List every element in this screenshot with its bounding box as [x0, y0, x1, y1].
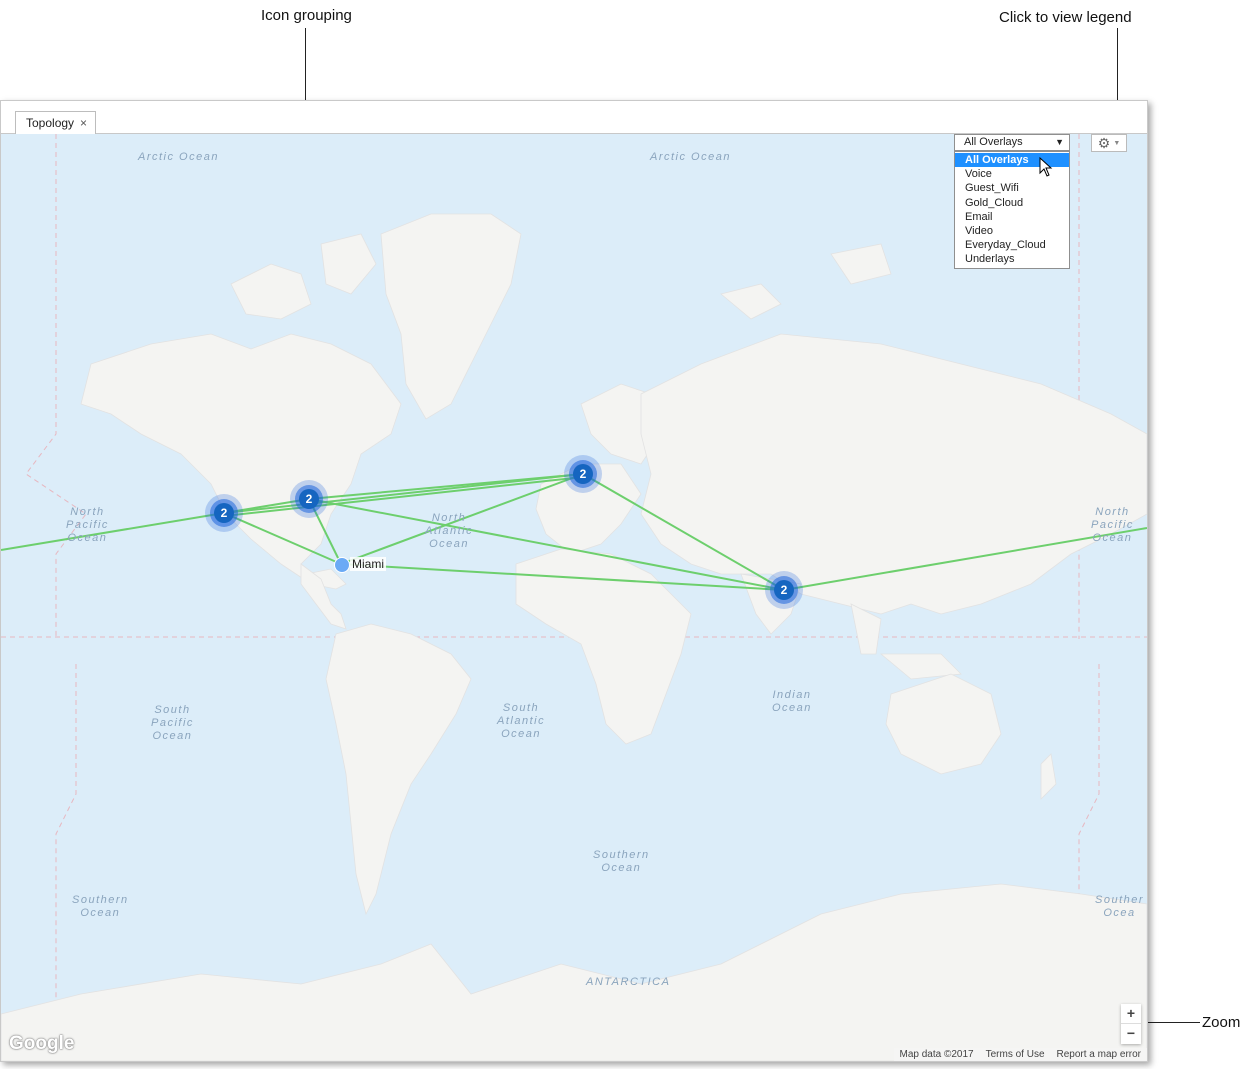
overlay-option-gold-cloud[interactable]: Gold_Cloud: [955, 196, 1069, 210]
cluster-count: 2: [214, 503, 234, 523]
label-southern-ocean-center: Southern Ocean: [593, 849, 650, 874]
cluster-count: 2: [299, 489, 319, 509]
close-icon[interactable]: ×: [80, 112, 87, 135]
cluster-count: 2: [573, 464, 593, 484]
callout-legend: Click to view legend: [999, 9, 1132, 26]
site-marker-miami[interactable]: [334, 557, 350, 573]
tab-topology-label: Topology: [26, 115, 75, 130]
world-map[interactable]: Arctic Ocean Arctic Ocean North Pacific …: [1, 134, 1147, 1061]
label-north-pacific-right: North Pacific Ocean: [1091, 506, 1134, 544]
tab-topology[interactable]: Topology ×: [15, 111, 97, 135]
map-data-text: Map data ©2017: [899, 1049, 974, 1060]
overlay-option-video[interactable]: Video: [955, 224, 1069, 238]
legend-button[interactable]: ⚙ ▼: [1091, 134, 1127, 152]
zoom-in-button[interactable]: +: [1121, 1004, 1141, 1023]
cluster-east-us[interactable]: 2: [290, 480, 328, 518]
report-map-error-link[interactable]: Report a map error: [1057, 1049, 1141, 1060]
caret-down-icon: ▼: [1113, 139, 1121, 147]
label-southern-ocean-right: Souther Ocea: [1095, 894, 1145, 919]
site-label-miami: Miami: [350, 557, 386, 571]
cluster-europe[interactable]: 2: [564, 455, 602, 493]
label-antarctica: ANTARCTICA: [586, 976, 671, 988]
overlay-select-value: All Overlays: [964, 136, 1023, 148]
callout-icon-grouping: Icon grouping: [261, 7, 352, 24]
zoom-out-button[interactable]: −: [1121, 1024, 1141, 1043]
cluster-count: 2: [774, 580, 794, 600]
mouse-cursor-icon: [1039, 157, 1053, 177]
label-arctic-ocean-left: Arctic Ocean: [138, 151, 219, 163]
callout-zoom: Zoom: [1202, 1014, 1241, 1031]
label-north-pacific-left: North Pacific Ocean: [66, 506, 109, 544]
label-southern-ocean-left: Southern Ocean: [72, 894, 129, 919]
overlay-select[interactable]: All Overlays ▼: [954, 134, 1070, 151]
topology-window: Topology × Arctic Ocean Arctic Ocean Nor…: [0, 100, 1148, 1062]
overlay-option-everyday-cloud[interactable]: Everyday_Cloud: [955, 238, 1069, 252]
overlay-option-underlays[interactable]: Underlays: [955, 252, 1069, 266]
gear-icon: ⚙: [1097, 134, 1111, 151]
cluster-india[interactable]: 2: [765, 571, 803, 609]
google-logo: Google: [9, 1033, 75, 1054]
label-indian-ocean: Indian Ocean: [772, 689, 812, 714]
map-attribution: Map data ©2017 Terms of Use Report a map…: [893, 1048, 1147, 1061]
cluster-west-us[interactable]: 2: [205, 494, 243, 532]
zoom-control: + −: [1121, 1004, 1141, 1044]
dropdown-arrow-icon: ▼: [1055, 137, 1064, 147]
label-south-pacific: South Pacific Ocean: [151, 704, 194, 742]
terms-of-use-link[interactable]: Terms of Use: [986, 1049, 1045, 1060]
overlay-option-email[interactable]: Email: [955, 210, 1069, 224]
tab-bar: Topology ×: [1, 101, 1147, 134]
label-south-atlantic: South Atlantic Ocean: [497, 702, 546, 740]
overlay-link-leftEdge-west[interactable]: [1, 512, 225, 551]
label-north-atlantic: North Atlantic Ocean: [425, 512, 474, 550]
overlay-option-guest-wifi[interactable]: Guest_Wifi: [955, 181, 1069, 195]
label-arctic-ocean-right: Arctic Ocean: [650, 151, 731, 163]
map-canvas: [1, 134, 1147, 1061]
